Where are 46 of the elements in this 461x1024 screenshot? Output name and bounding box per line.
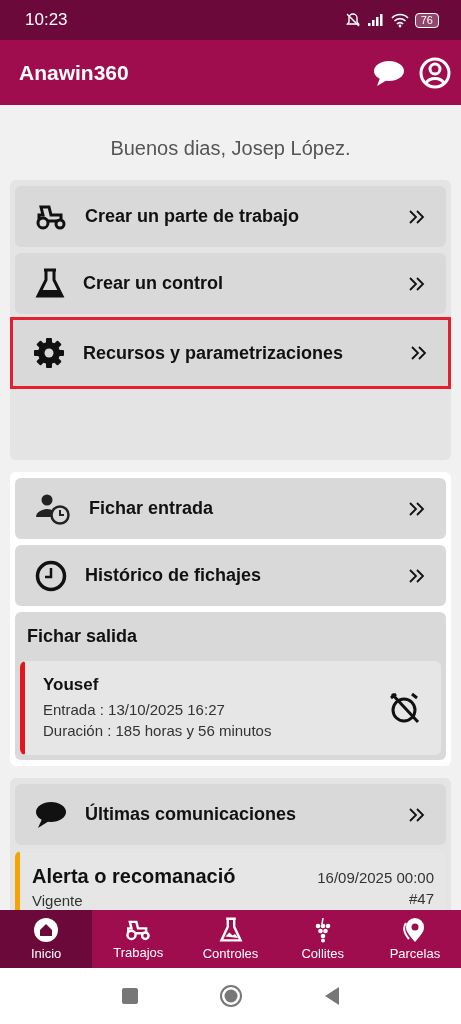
home-icon	[33, 917, 60, 943]
app-title: Anawin360	[19, 60, 130, 85]
chat-icon[interactable]	[373, 58, 405, 87]
clock-icon	[35, 559, 67, 592]
flask-icon	[218, 917, 243, 943]
communication-number: #47	[407, 889, 434, 909]
double-chevron-icon	[410, 345, 428, 361]
nav-tab[interactable]: Controles	[184, 910, 277, 968]
battery-level: 76	[414, 12, 439, 28]
double-chevron-icon	[408, 806, 426, 823]
recents-button[interactable]	[120, 987, 139, 1005]
settings-icon	[33, 337, 65, 369]
home-button[interactable]	[218, 984, 243, 1008]
section-title: Fichar salida	[26, 626, 139, 648]
user-icon[interactable]	[419, 56, 451, 89]
employee-name: Yousef	[43, 675, 100, 695]
double-chevron-icon	[408, 500, 426, 517]
signal-icon	[366, 13, 385, 27]
double-chevron-icon	[408, 275, 426, 292]
menu-item[interactable]: Crear un parte de trabajo	[15, 186, 446, 247]
greeting: Buenos dias, Josep López.	[109, 136, 352, 161]
communications-header[interactable]: Últimas comunicaciones	[15, 784, 446, 845]
status-time: 10:23	[25, 10, 68, 30]
communication-status: Vigente	[32, 891, 84, 910]
communication-date: 16/09/2025 00:00	[317, 868, 434, 888]
wifi-icon	[390, 12, 409, 28]
menu-item[interactable]: Fichar entrada	[15, 478, 446, 539]
nav-tab[interactable]: Inicio	[0, 910, 93, 968]
double-chevron-icon	[408, 567, 426, 584]
tractor-icon	[125, 918, 152, 942]
nav-tab[interactable]: Collites	[276, 910, 369, 968]
bell-off-icon	[344, 12, 361, 28]
nav-tab[interactable]: Trabajos	[92, 910, 185, 968]
duration: Duración : 185 horas y 56 minutos	[43, 721, 273, 741]
clock-out-entry[interactable]: Yousef Entrada : 13/10/2025 16:27 Duración : 185 horas y 56 minutos	[20, 661, 441, 755]
entry-time: Entrada : 13/10/2025 16:27	[43, 700, 226, 720]
nav-tab[interactable]: Parcelas	[368, 910, 461, 968]
flask-icon	[35, 267, 65, 300]
menu-item[interactable]: Histórico de fichajes	[15, 545, 446, 606]
alarm-off-icon[interactable]	[387, 691, 421, 725]
chat-icon	[35, 800, 67, 829]
communication-title: Alerta o recomanació	[32, 865, 237, 888]
menu-item[interactable]: Recursos y parametrizaciones	[13, 320, 448, 386]
double-chevron-icon	[408, 208, 426, 225]
menu-item[interactable]: Crear un control	[15, 253, 446, 314]
person-clock-icon	[35, 492, 71, 525]
